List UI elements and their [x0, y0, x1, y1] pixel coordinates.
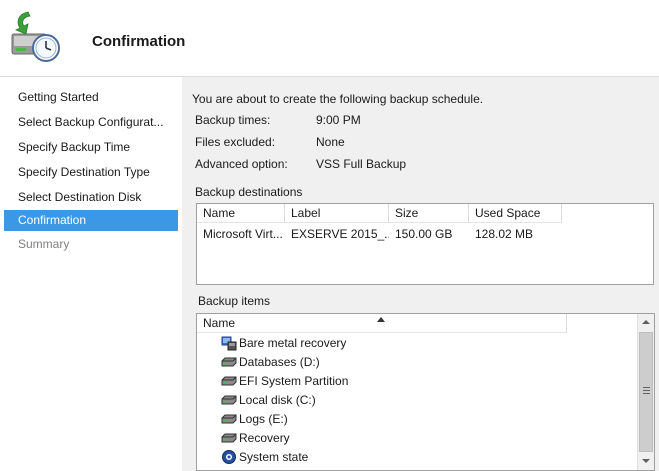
drive-icon — [221, 414, 237, 424]
list-item[interactable]: System state — [221, 448, 308, 467]
wizard-steps-nav: Getting Started Select Backup Configurat… — [0, 77, 182, 471]
scroll-up-button[interactable] — [638, 314, 654, 331]
nav-step-specify-backup-time[interactable]: Specify Backup Time — [4, 137, 178, 158]
files-excluded-value: None — [316, 135, 345, 149]
chevron-down-icon — [642, 459, 650, 463]
wizard-header: Confirmation — [0, 0, 659, 77]
cell-size: 150.00 GB — [395, 227, 453, 241]
drive-icon — [221, 357, 237, 367]
advanced-option-label: Advanced option: — [195, 157, 288, 171]
chevron-up-icon — [642, 320, 650, 324]
backup-items-tree[interactable]: Name Bare metal recovery Databases (D:) — [196, 313, 655, 471]
nav-step-select-destination-disk[interactable]: Select Destination Disk — [4, 187, 178, 208]
grip-line — [643, 393, 650, 394]
backup-schedule-icon — [11, 11, 60, 62]
files-excluded-label: Files excluded: — [195, 135, 276, 149]
grip-line — [643, 390, 650, 391]
nav-step-getting-started[interactable]: Getting Started — [4, 87, 178, 108]
backup-destinations-label: Backup destinations — [195, 185, 303, 199]
nav-step-confirmation[interactable]: Confirmation — [4, 210, 178, 231]
column-header-size[interactable]: Size — [389, 204, 469, 223]
list-item-label: Bare metal recovery — [239, 336, 347, 350]
drive-icon — [221, 395, 237, 405]
confirmation-panel: You are about to create the following ba… — [182, 77, 659, 471]
nav-step-summary: Summary — [18, 237, 70, 251]
list-item-label: EFI System Partition — [239, 374, 349, 388]
list-item[interactable]: Logs (E:) — [221, 410, 288, 429]
cell-label: EXSERVE 2015_... — [291, 227, 389, 241]
backup-items-label: Backup items — [198, 294, 271, 308]
list-item-label: Logs (E:) — [239, 412, 288, 426]
scroll-down-button[interactable] — [638, 453, 654, 470]
list-item[interactable]: Databases (D:) — [221, 353, 320, 372]
sort-ascending-icon — [377, 317, 385, 322]
grip-line — [643, 387, 650, 388]
column-header-used-space[interactable]: Used Space — [469, 204, 562, 223]
list-item-label: Local disk (C:) — [239, 393, 316, 407]
list-item-label: System state — [239, 450, 309, 464]
backup-times-label: Backup times: — [195, 113, 271, 127]
cell-used-space: 128.02 MB — [475, 227, 534, 241]
page-title: Confirmation — [92, 33, 186, 50]
items-vertical-scrollbar[interactable] — [637, 314, 654, 470]
list-item[interactable]: Bare metal recovery — [221, 334, 346, 353]
nav-step-specify-destination-type[interactable]: Specify Destination Type — [4, 162, 178, 183]
advanced-option-value: VSS Full Backup — [316, 157, 407, 171]
bare-metal-recovery-icon — [221, 336, 237, 351]
backup-schedule-wizard: Confirmation Getting Started Select Back… — [0, 0, 659, 471]
drive-icon — [221, 376, 237, 386]
nav-step-select-backup-configuration[interactable]: Select Backup Configurat... — [4, 112, 178, 133]
list-item[interactable]: Recovery — [221, 429, 290, 448]
cell-name: Microsoft Virt... — [203, 227, 283, 241]
intro-text: You are about to create the following ba… — [192, 92, 484, 106]
system-state-icon — [222, 450, 236, 464]
drive-icon — [221, 433, 237, 443]
column-header-label[interactable]: Label — [285, 204, 389, 223]
list-item[interactable]: EFI System Partition — [221, 372, 348, 391]
scrollbar-thumb[interactable] — [639, 332, 653, 452]
list-item-label: Recovery — [239, 431, 290, 445]
list-item-label: Databases (D:) — [239, 355, 320, 369]
backup-times-value: 9:00 PM — [316, 113, 361, 127]
list-item[interactable]: Local disk (C:) — [221, 391, 316, 410]
backup-destinations-table[interactable]: Name Label Size Used Space Microsoft Vir… — [196, 203, 654, 285]
column-header-name[interactable]: Name — [197, 204, 285, 223]
